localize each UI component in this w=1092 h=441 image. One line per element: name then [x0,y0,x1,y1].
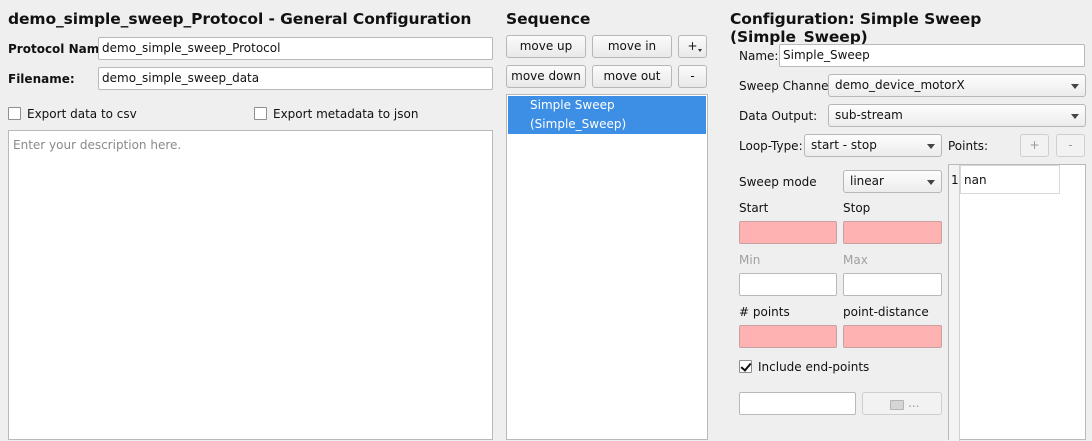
sweep-mode-label: Sweep mode [739,175,817,189]
table-row-index: 1 [951,173,959,187]
description-placeholder: Enter your description here. [13,138,182,152]
max-input[interactable] [843,273,942,296]
max-label: Max [843,253,868,267]
chevron-down-icon [698,49,702,52]
folder-icon [890,400,904,410]
points-add-button[interactable]: + [1020,134,1049,157]
browse-file-button[interactable]: ... [862,392,942,415]
sweep-channel-label: Sweep Channel: [739,79,836,93]
add-step-label: + [687,39,698,53]
name-label: Name: [739,49,779,63]
include-endpoints-checkbox[interactable] [739,360,752,373]
points-cell-value: nan [964,173,987,187]
export-json-label[interactable]: Export metadata to json [273,106,418,122]
num-points-label: # points [739,305,790,319]
chevron-down-icon [1071,114,1079,119]
sequence-title: Sequence [506,10,591,28]
start-input[interactable] [739,221,837,244]
chevron-down-icon [927,180,935,185]
browse-file-label: ... [908,396,920,410]
point-distance-label: point-distance [843,305,929,319]
protocol-name-input[interactable]: demo_simple_sweep_Protocol [98,37,493,60]
export-csv-label[interactable]: Export data to csv [27,106,137,122]
move-up-button[interactable]: move up [506,35,586,58]
export-json-checkbox[interactable] [254,107,267,120]
loop-type-value: start - stop [811,138,877,152]
move-out-button[interactable]: move out [592,65,672,88]
min-label: Min [739,253,761,267]
points-label: Points: [948,139,989,153]
include-endpoints-label[interactable]: Include end-points [758,359,869,375]
sweep-mode-select[interactable]: linear [843,170,942,193]
data-output-value: sub-stream [835,108,903,122]
stop-input[interactable] [843,221,942,244]
point-distance-input[interactable] [843,325,942,348]
points-table[interactable]: 1 nan [948,164,1086,441]
start-label: Start [739,201,769,215]
min-input[interactable] [739,273,837,296]
points-remove-button[interactable]: - [1056,134,1085,157]
points-row-header [949,165,960,441]
filename-input[interactable]: demo_simple_sweep_data [98,67,493,90]
remove-step-button[interactable]: - [678,65,707,88]
export-csv-checkbox[interactable] [8,107,21,120]
chevron-down-icon [1071,84,1079,89]
protocol-name-label: Protocol Name: [8,42,113,56]
sweep-mode-value: linear [850,174,884,188]
num-points-input[interactable] [739,325,837,348]
data-output-select[interactable]: sub-stream [828,104,1086,127]
move-in-button[interactable]: move in [592,35,672,58]
config-title: Configuration: Simple Sweep (Simple_Swee… [730,10,982,46]
filename-label: Filename: [8,72,75,86]
sweep-channel-value: demo_device_motorX [835,78,965,92]
sweep-channel-select[interactable]: demo_device_motorX [828,74,1086,97]
name-input[interactable]: Simple_Sweep [779,44,1085,67]
stop-label: Stop [843,201,871,215]
loop-type-select[interactable]: start - stop [804,134,942,157]
move-down-button[interactable]: move down [506,65,586,88]
list-item[interactable]: Simple Sweep (Simple_Sweep) [508,96,706,134]
general-config-title: demo_simple_sweep_Protocol - General Con… [8,10,472,28]
description-textarea[interactable]: Enter your description here. [8,130,493,440]
sequence-list[interactable]: Simple Sweep (Simple_Sweep) [506,94,708,440]
table-row[interactable]: nan [960,165,1060,194]
file-path-input[interactable] [739,392,856,415]
data-output-label: Data Output: [739,109,818,123]
loop-type-label: Loop-Type: [739,139,803,153]
add-step-button[interactable]: + [678,35,707,58]
chevron-down-icon [927,144,935,149]
